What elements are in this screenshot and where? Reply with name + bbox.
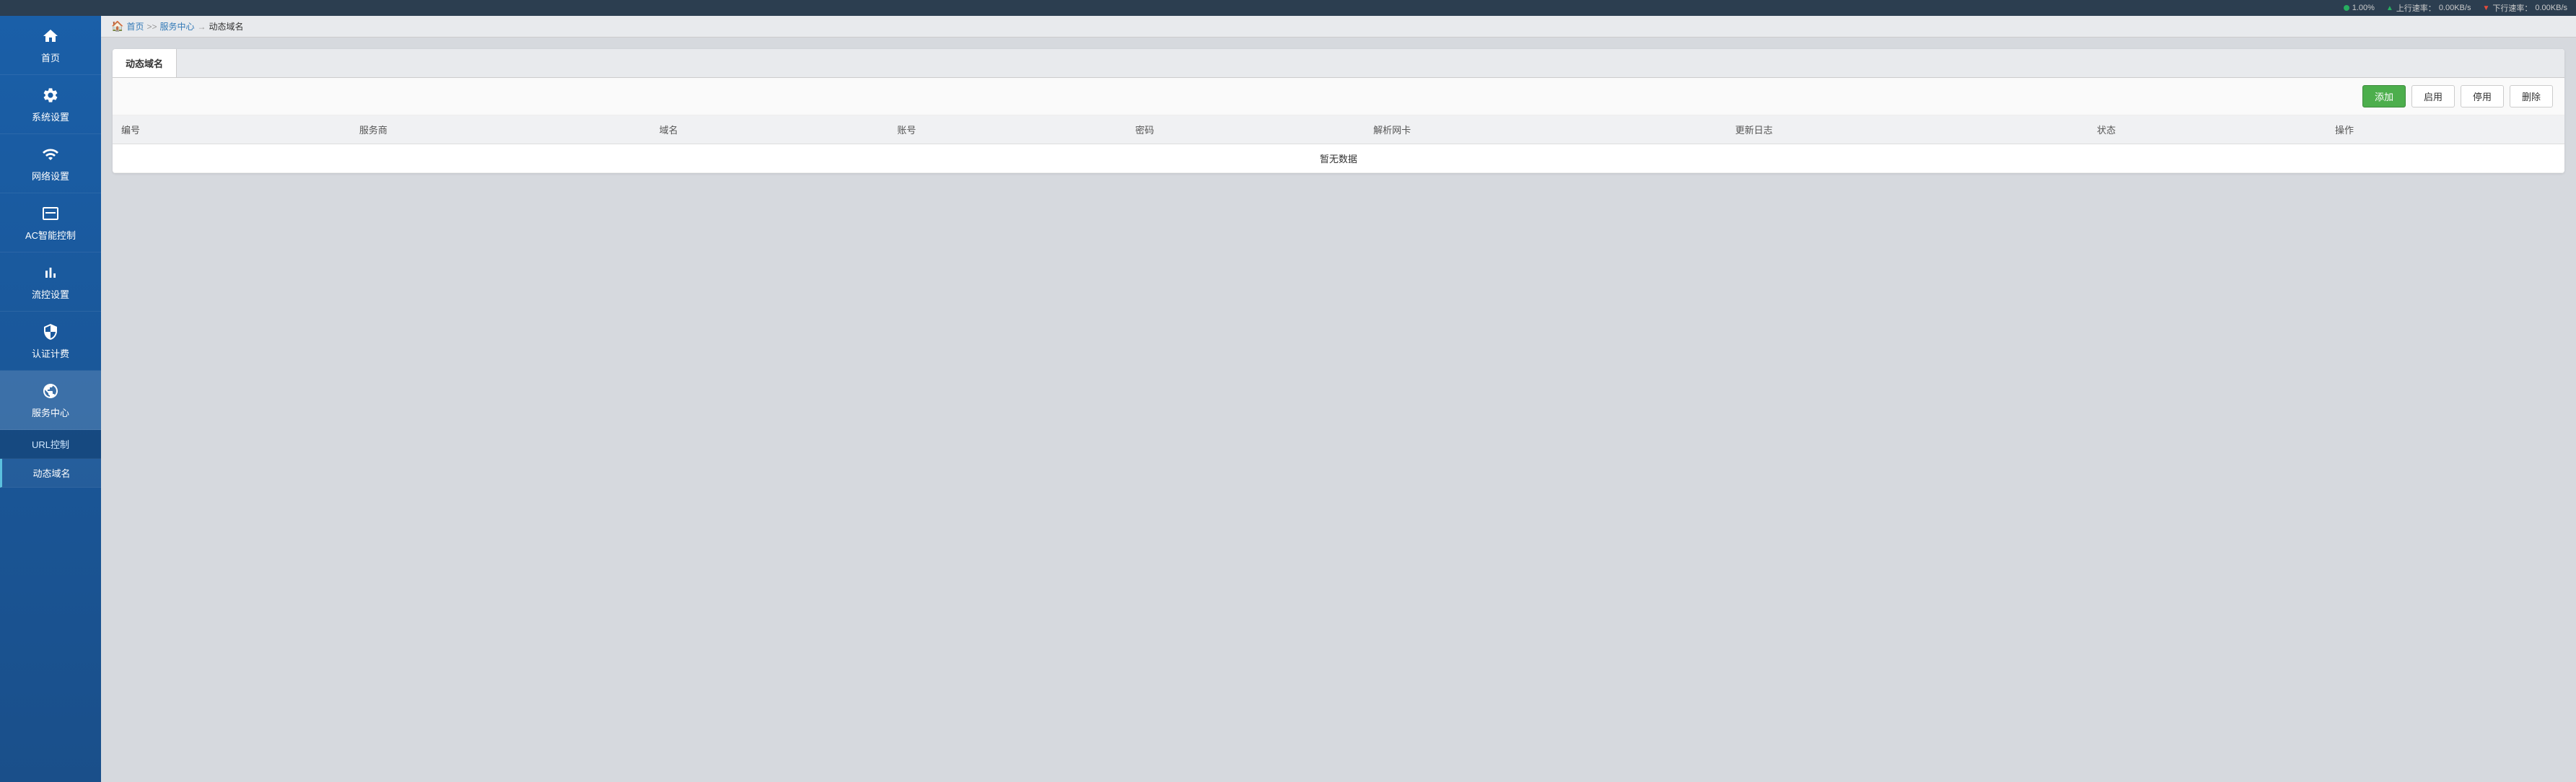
sidebar-item-flow[interactable]: 流控设置 <box>0 252 101 312</box>
col-action: 操作 <box>2326 115 2564 144</box>
breadcrumb-sep2: → <box>197 22 206 32</box>
sidebar-item-system[interactable]: 系统设置 <box>0 75 101 134</box>
col-status: 状态 <box>2088 115 2326 144</box>
col-password: 密码 <box>1126 115 1364 144</box>
download-label: 下行速率： <box>2492 2 2532 14</box>
home-icon <box>40 26 61 46</box>
breadcrumb-current: 动态域名 <box>209 20 243 32</box>
sidebar-item-ac[interactable]: AC智能控制 <box>0 193 101 252</box>
col-domain: 域名 <box>651 115 889 144</box>
sidebar-label-network: 网络设置 <box>32 169 69 183</box>
card-toolbar: 添加 启用 停用 删除 <box>113 78 2564 115</box>
col-number: 编号 <box>113 115 351 144</box>
sidebar-sub-item-ddns[interactable]: 动态域名 <box>0 459 101 488</box>
cpu-indicator <box>2344 5 2349 11</box>
download-value: 0.00KB/s <box>2535 4 2567 12</box>
breadcrumb-home-link[interactable]: 首页 <box>126 20 144 32</box>
delete-button[interactable]: 删除 <box>2510 85 2553 107</box>
flow-icon <box>40 263 61 283</box>
table-header-row: 编号 服务商 域名 账号 密码 解析网卡 更新日志 状态 操作 <box>113 115 2564 144</box>
sidebar-label-home: 首页 <box>41 50 60 64</box>
settings-icon <box>40 85 61 105</box>
col-provider: 服务商 <box>351 115 651 144</box>
table-container: 编号 服务商 域名 账号 密码 解析网卡 更新日志 状态 操作 <box>113 115 2564 173</box>
page-content: 动态域名 添加 启用 停用 删除 编号 服务 <box>101 38 2576 782</box>
breadcrumb-sep1: >> <box>146 22 157 32</box>
upload-rate: ▲ 上行速率： 0.00KB/s <box>2386 2 2471 14</box>
sidebar-sub-label-ddns: 动态域名 <box>32 466 70 480</box>
tab-ddns[interactable]: 动态域名 <box>113 49 177 77</box>
sidebar-label-flow: 流控设置 <box>32 287 69 301</box>
table-body: 暂无数据 <box>113 144 2564 173</box>
upload-label: 上行速率： <box>2396 2 2436 14</box>
cpu-usage: 1.00% <box>2344 4 2375 12</box>
main-layout: 首页 系统设置 网络设置 AC智能控制 <box>0 16 2576 782</box>
enable-button[interactable]: 启用 <box>2411 85 2455 107</box>
col-nic: 解析网卡 <box>1364 115 1726 144</box>
table-empty-row: 暂无数据 <box>113 144 2564 173</box>
col-account: 账号 <box>888 115 1126 144</box>
breadcrumb-service-link[interactable]: 服务中心 <box>159 20 194 32</box>
download-icon: ▼ <box>2482 4 2489 12</box>
sidebar-label-auth: 认证计费 <box>32 346 69 360</box>
sidebar-label-system: 系统设置 <box>32 110 69 123</box>
sidebar-item-home[interactable]: 首页 <box>0 16 101 75</box>
sidebar-sub-item-url[interactable]: URL控制 <box>0 430 101 459</box>
sidebar: 首页 系统设置 网络设置 AC智能控制 <box>0 16 101 782</box>
sidebar-sub-label-url: URL控制 <box>32 437 69 451</box>
upload-value: 0.00KB/s <box>2439 4 2471 12</box>
card-header: 动态域名 <box>113 49 2564 78</box>
ddns-table: 编号 服务商 域名 账号 密码 解析网卡 更新日志 状态 操作 <box>113 115 2564 173</box>
service-icon <box>40 381 61 401</box>
table-head: 编号 服务商 域名 账号 密码 解析网卡 更新日志 状态 操作 <box>113 115 2564 144</box>
empty-text: 暂无数据 <box>113 144 2564 173</box>
col-log: 更新日志 <box>1727 115 2088 144</box>
sidebar-label-service: 服务中心 <box>32 405 69 419</box>
download-rate: ▼ 下行速率： 0.00KB/s <box>2482 2 2567 14</box>
auth-icon <box>40 322 61 342</box>
sidebar-label-ac: AC智能控制 <box>25 228 76 242</box>
main-card: 动态域名 添加 启用 停用 删除 编号 服务 <box>113 49 2564 173</box>
upload-icon: ▲ <box>2386 4 2393 12</box>
sidebar-item-network[interactable]: 网络设置 <box>0 134 101 193</box>
cpu-label: 1.00% <box>2352 4 2375 12</box>
sidebar-item-auth[interactable]: 认证计费 <box>0 312 101 371</box>
ac-icon <box>40 203 61 224</box>
disable-button[interactable]: 停用 <box>2461 85 2504 107</box>
add-button[interactable]: 添加 <box>2362 85 2406 107</box>
tab-ddns-label: 动态域名 <box>126 58 163 69</box>
sidebar-item-service[interactable]: 服务中心 <box>0 371 101 430</box>
content-area: 🏠 首页 >> 服务中心 → 动态域名 动态域名 添加 启用 停用 <box>101 16 2576 782</box>
network-icon <box>40 144 61 164</box>
top-bar: 1.00% ▲ 上行速率： 0.00KB/s ▼ 下行速率： 0.00KB/s <box>0 0 2576 16</box>
breadcrumb-home-icon: 🏠 <box>111 20 123 32</box>
breadcrumb: 🏠 首页 >> 服务中心 → 动态域名 <box>101 16 2576 38</box>
